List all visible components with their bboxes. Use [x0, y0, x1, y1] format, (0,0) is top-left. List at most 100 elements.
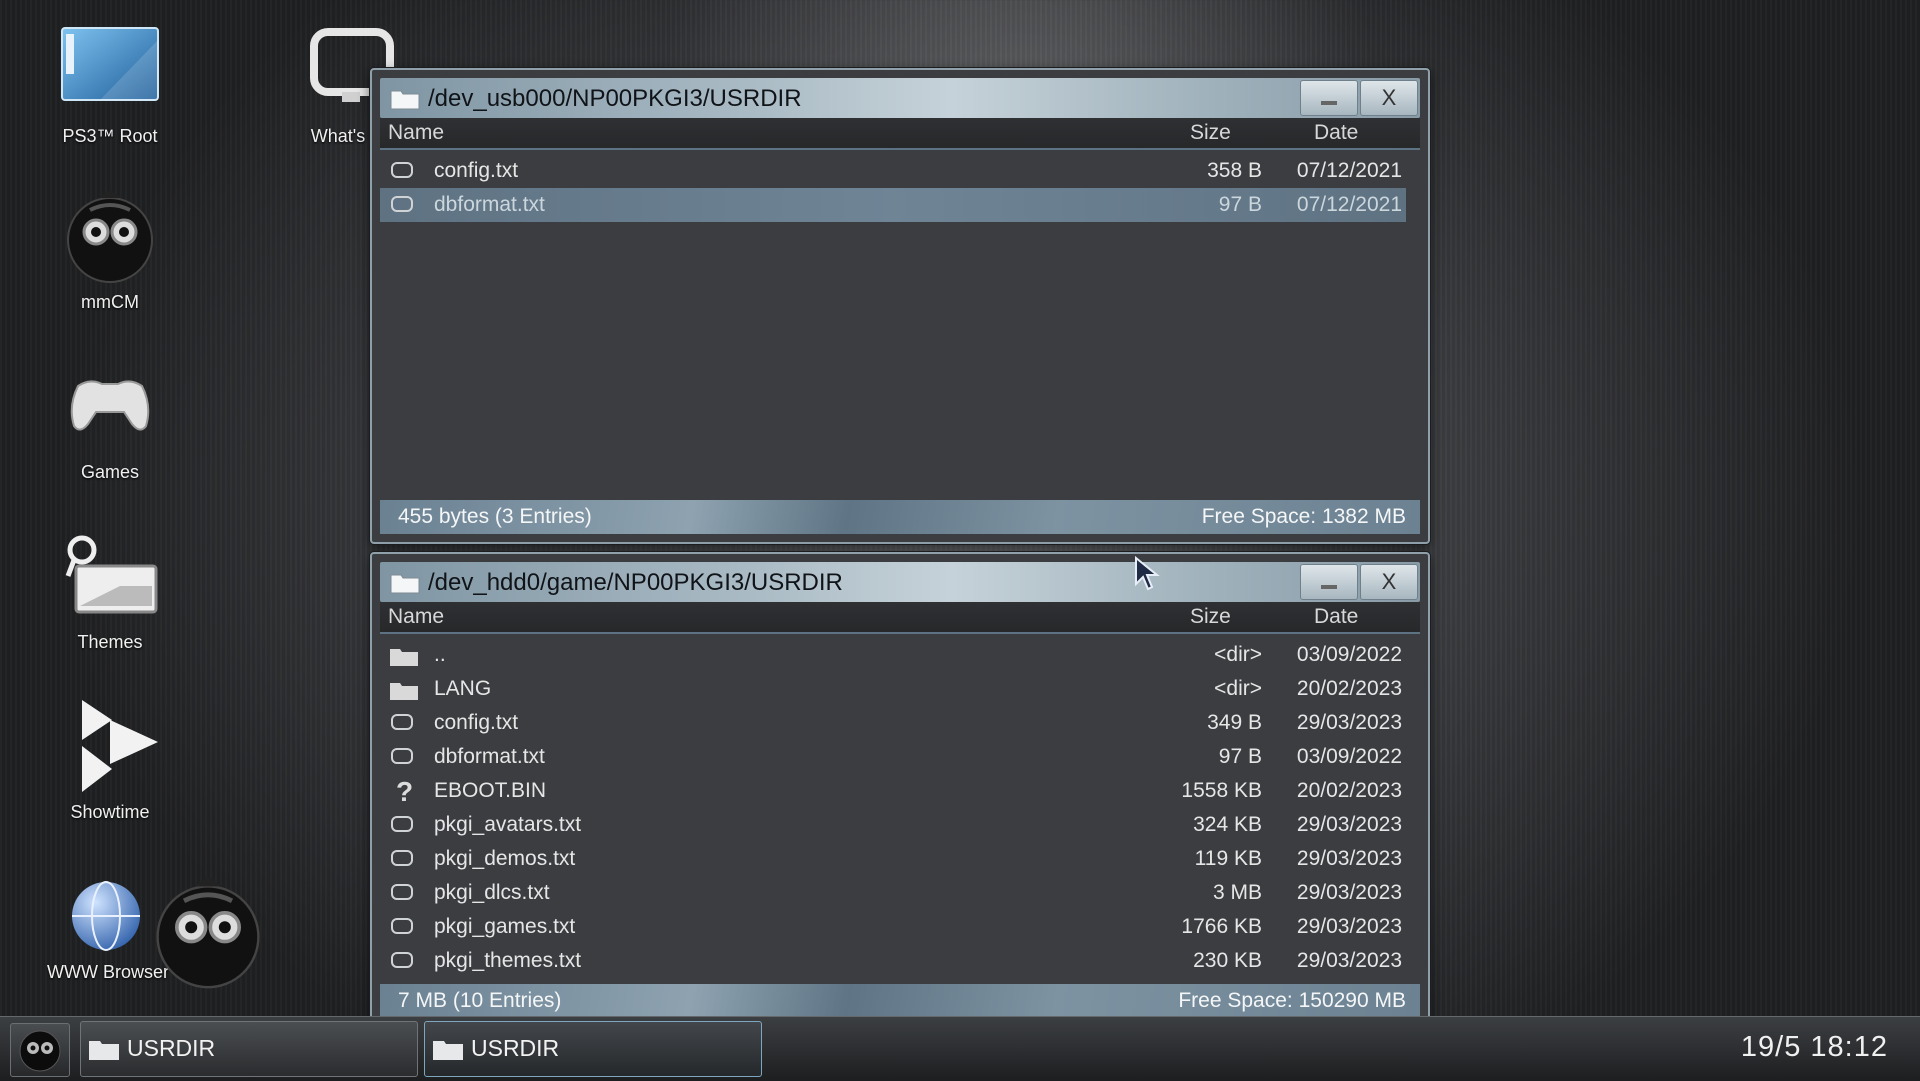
close-button[interactable]: X [1360, 564, 1418, 600]
taskbar-item-active[interactable]: USRDIR [424, 1021, 762, 1077]
file-size: 230 KB [1193, 949, 1262, 972]
file-icon [390, 847, 416, 871]
column-date-header[interactable]: Date [1314, 605, 1358, 629]
status-free-space: Free Space: 150290 MB [1178, 989, 1406, 1012]
status-bar: 7 MB (10 Entries) Free Space: 150290 MB [380, 984, 1420, 1018]
ps3-root-icon [60, 20, 160, 120]
column-size-header[interactable]: Size [1190, 121, 1231, 145]
window-titlebar[interactable]: /dev_hdd0/game/NP00PKGI3/USRDIR X [380, 562, 1420, 602]
taskbar: USRDIR USRDIR 19/5 18:12 [0, 1016, 1920, 1081]
file-name: config.txt [434, 159, 519, 182]
file-name: config.txt [434, 711, 519, 734]
minimize-icon [1321, 585, 1337, 589]
file-icon [390, 193, 416, 217]
desktop-icon-showtime[interactable]: Showtime [40, 696, 180, 823]
file-date: 20/02/2023 [1296, 677, 1402, 700]
status-entries: 455 bytes (3 Entries) [398, 505, 592, 528]
desktop-icon-label: Showtime [70, 802, 150, 822]
file-date: 20/02/2023 [1296, 779, 1402, 802]
file-name: pkgi_themes.txt [434, 949, 582, 972]
file-date: 29/03/2023 [1296, 915, 1402, 938]
file-icon [390, 711, 416, 735]
file-name: pkgi_avatars.txt [434, 813, 582, 836]
column-header: Name Size Date [380, 602, 1420, 634]
column-size-header[interactable]: Size [1190, 605, 1231, 629]
desktop-icon-ps3-root[interactable]: PS3™ Root [40, 20, 180, 147]
desktop-icon-mmcm[interactable]: mmCM [40, 186, 180, 313]
status-bar: 455 bytes (3 Entries) Free Space: 1382 M… [380, 500, 1420, 534]
file-date: 29/03/2023 [1296, 847, 1402, 870]
file-row[interactable]: config.txt 358 B 07/12/2021 [380, 154, 1406, 188]
window-titlebar[interactable]: /dev_usb000/NP00PKGI3/USRDIR X [380, 78, 1420, 118]
file-name: pkgi_demos.txt [434, 847, 576, 870]
file-row[interactable]: dbformat.txt 97 B 03/09/2022 [380, 740, 1406, 774]
column-date-header[interactable]: Date [1314, 121, 1358, 145]
file-icon [390, 915, 416, 939]
minimize-button[interactable] [1300, 80, 1358, 116]
file-row[interactable]: pkgi_games.txt 1766 KB 29/03/2023 [380, 910, 1406, 944]
folder-icon [89, 1041, 119, 1060]
status-entries: 7 MB (10 Entries) [398, 989, 562, 1012]
file-row[interactable]: pkgi_demos.txt 119 KB 29/03/2023 [380, 842, 1406, 876]
column-header: Name Size Date [380, 118, 1420, 150]
file-icon [390, 813, 416, 837]
file-size: 119 KB [1194, 847, 1262, 870]
minimize-button[interactable] [1300, 564, 1358, 600]
globe-icon [66, 876, 146, 956]
desktop-icon-themes[interactable]: Themes [40, 526, 180, 653]
mouse-cursor-icon [1135, 556, 1160, 591]
file-window-hdd[interactable]: /dev_hdd0/game/NP00PKGI3/USRDIR X Name S… [370, 552, 1430, 1026]
file-size: 97 B [1218, 193, 1262, 216]
file-size: 97 B [1218, 745, 1262, 768]
gamepad-icon [60, 356, 160, 456]
file-row[interactable]: pkgi_dlcs.txt 3 MB 29/03/2023 [380, 876, 1406, 910]
minimize-icon [1321, 101, 1337, 105]
file-size: 1558 KB [1181, 779, 1262, 802]
file-row[interactable]: pkgi_avatars.txt 324 KB 29/03/2023 [380, 808, 1406, 842]
unknown-file-icon: ? [396, 776, 414, 807]
start-button[interactable] [10, 1023, 70, 1077]
file-size: 324 KB [1193, 813, 1262, 836]
folder-row[interactable]: .. <dir> 03/09/2022 [380, 638, 1406, 672]
themes-icon [60, 526, 160, 626]
file-date: 03/09/2022 [1296, 643, 1402, 666]
taskbar-item[interactable]: USRDIR [80, 1021, 418, 1077]
file-icon [390, 881, 416, 905]
file-date: 29/03/2023 [1296, 881, 1402, 904]
file-name: .. [434, 643, 446, 666]
column-name-header[interactable]: Name [388, 121, 444, 145]
file-name: dbformat.txt [434, 745, 545, 768]
mascot-start-icon [19, 1030, 61, 1072]
file-size: 349 B [1207, 711, 1262, 734]
file-size: 358 B [1207, 159, 1262, 182]
folder-row[interactable]: LANG <dir> 20/02/2023 [380, 672, 1406, 706]
file-name: pkgi_games.txt [434, 915, 576, 938]
file-row[interactable]: pkgi_themes.txt 230 KB 29/03/2023 [380, 944, 1406, 978]
file-name: dbformat.txt [434, 193, 545, 216]
file-size: 1766 KB [1181, 915, 1262, 938]
file-date: 07/12/2021 [1296, 159, 1402, 182]
file-window-usb[interactable]: /dev_usb000/NP00PKGI3/USRDIR X Name Size… [370, 68, 1430, 544]
file-row[interactable]: ? EBOOT.BIN 1558 KB 20/02/2023 [380, 774, 1406, 808]
file-size: <dir> [1214, 643, 1262, 666]
column-name-header[interactable]: Name [388, 605, 444, 629]
file-name: LANG [434, 677, 492, 700]
file-size: <dir> [1214, 677, 1262, 700]
file-size: 3 MB [1212, 881, 1262, 904]
file-date: 07/12/2021 [1296, 193, 1402, 216]
file-name: EBOOT.BIN [434, 779, 547, 802]
file-row[interactable]: config.txt 349 B 29/03/2023 [380, 706, 1406, 740]
status-free-space: Free Space: 1382 MB [1201, 505, 1406, 528]
folder-icon [390, 643, 418, 667]
showtime-icon [60, 696, 160, 796]
file-row-selected[interactable]: dbformat.txt 97 B 07/12/2021 [380, 188, 1406, 222]
folder-icon [390, 574, 420, 594]
taskbar-item-label: USRDIR [127, 1035, 216, 1061]
window-title: /dev_hdd0/game/NP00PKGI3/USRDIR [428, 569, 843, 596]
desktop-icon-label: PS3™ Root [62, 126, 158, 146]
file-icon [390, 159, 416, 183]
desktop-icon-games[interactable]: Games [40, 356, 180, 483]
file-date: 29/03/2023 [1296, 711, 1402, 734]
close-button[interactable]: X [1360, 80, 1418, 116]
desktop-icon-label: mmCM [81, 292, 139, 312]
